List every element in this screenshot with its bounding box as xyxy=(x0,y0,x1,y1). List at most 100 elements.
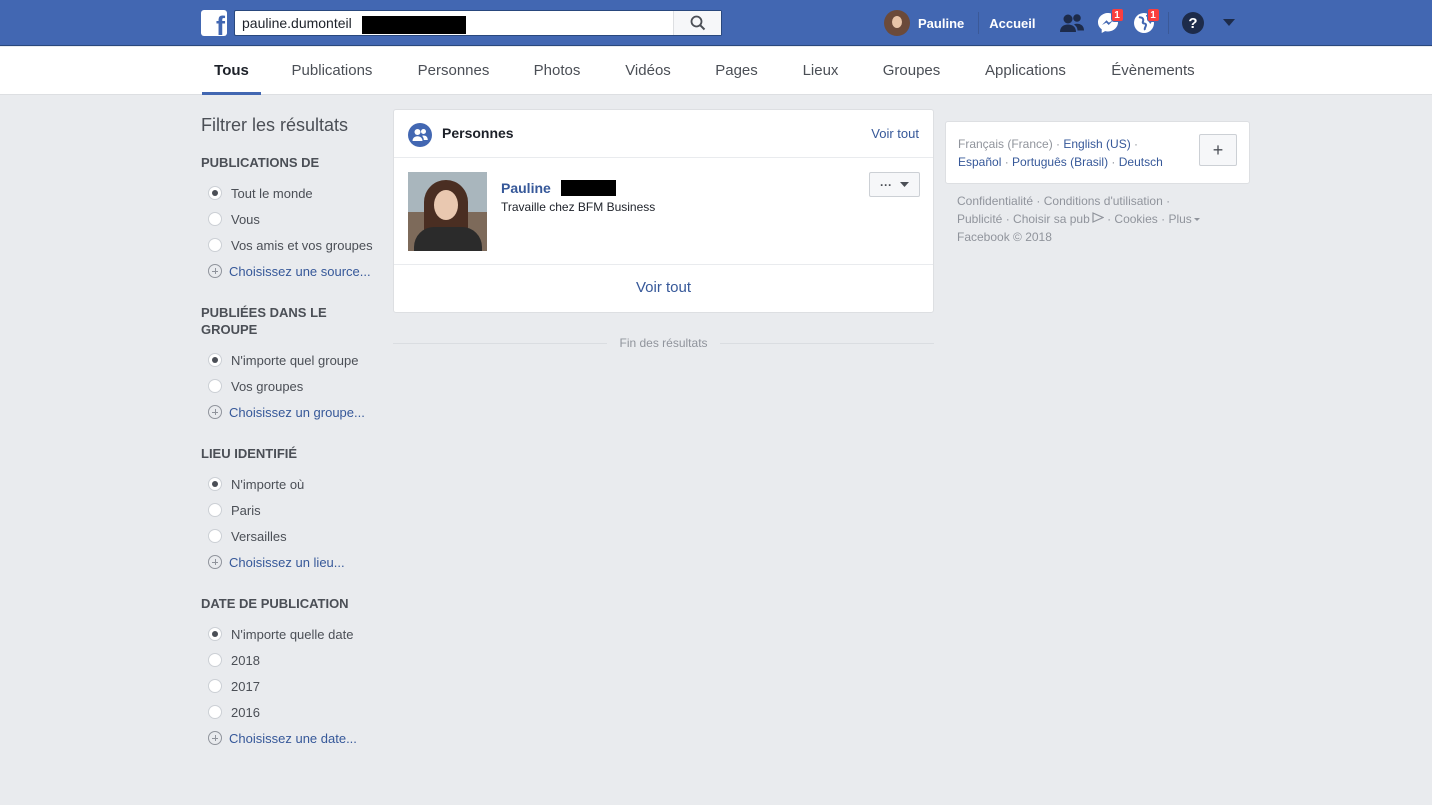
radio[interactable] xyxy=(208,503,222,517)
filter-option[interactable]: 2018 xyxy=(201,647,381,673)
tab-applications[interactable]: Applications xyxy=(977,47,1074,95)
filter-option[interactable]: Tout le monde xyxy=(201,180,381,206)
people-icon xyxy=(408,123,432,147)
footer-link-terms[interactable]: Conditions d'utilisation xyxy=(1044,194,1163,208)
account-menu-button[interactable] xyxy=(1211,0,1247,46)
help-icon: ? xyxy=(1181,12,1204,34)
filter-option[interactable]: N'importe quel groupe xyxy=(201,347,381,373)
copyright: Facebook © 2018 xyxy=(957,230,1052,244)
messages-button[interactable]: 1 xyxy=(1090,0,1126,46)
filter-option[interactable]: N'importe où xyxy=(201,471,381,497)
filter-option[interactable]: Versailles xyxy=(201,523,381,549)
add-language-button[interactable]: + xyxy=(1199,134,1237,166)
divider xyxy=(719,342,935,344)
profile-link[interactable]: Pauline xyxy=(884,10,980,36)
person-workplace: Travaille chez BFM Business xyxy=(501,200,656,214)
top-right-nav: Pauline Accueil 1 1 ? xyxy=(884,0,1247,46)
avatar xyxy=(884,10,910,36)
end-of-results: Fin des résultats xyxy=(393,334,935,352)
tab-evenements[interactable]: Évènements xyxy=(1103,47,1203,95)
tab-groupes[interactable]: Groupes xyxy=(875,47,948,95)
plus-circle-icon xyxy=(208,731,222,745)
person-name-link[interactable]: Pauline xyxy=(501,180,551,196)
friend-requests-button[interactable] xyxy=(1054,0,1090,46)
redaction-bar xyxy=(362,16,466,34)
filter-option-label: Tout le monde xyxy=(231,185,313,201)
filter-option[interactable]: Vous xyxy=(201,206,381,232)
filter-section-lieu: LIEU IDENTIFIÉ N'importe où Paris Versai… xyxy=(201,445,381,575)
tab-personnes[interactable]: Personnes xyxy=(409,47,498,95)
tab-publications[interactable]: Publications xyxy=(283,47,381,95)
choose-place-link[interactable]: Choisissez un lieu... xyxy=(201,549,381,575)
filter-option[interactable]: Vos groupes xyxy=(201,373,381,399)
choose-date-link[interactable]: Choisissez une date... xyxy=(201,725,381,751)
footer-link-cookies[interactable]: Cookies xyxy=(1114,212,1157,226)
person-result: Pauline Travaille chez BFM Business ··· xyxy=(394,158,933,265)
plus-circle-icon xyxy=(208,405,222,419)
tab-videos[interactable]: Vidéos xyxy=(616,47,680,95)
see-all-link-bottom[interactable]: Voir tout xyxy=(394,265,933,311)
radio-selected[interactable] xyxy=(208,627,222,641)
radio[interactable] xyxy=(208,529,222,543)
filter-option-label: 2018 xyxy=(231,652,260,668)
tab-tous[interactable]: Tous xyxy=(202,47,261,95)
see-all-link-top[interactable]: Voir tout xyxy=(871,126,919,141)
footer-link-ads[interactable]: Publicité xyxy=(957,212,1002,226)
filter-section-groupe: PUBLIÉES DANS LE GROUPE N'importe quel g… xyxy=(201,304,381,425)
filters-title: Filtrer les résultats xyxy=(201,115,349,135)
help-button[interactable]: ? xyxy=(1175,0,1211,46)
caret-down-icon xyxy=(1193,217,1200,221)
footer-link-privacy[interactable]: Confidentialité xyxy=(957,194,1033,208)
radio-selected[interactable] xyxy=(208,186,222,200)
choose-link-label: Choisissez une date... xyxy=(229,730,357,746)
search-button[interactable] xyxy=(673,11,721,35)
tab-pages[interactable]: Pages xyxy=(708,47,765,95)
filter-option-label: Vos groupes xyxy=(231,378,304,394)
footer-link-adchoices[interactable]: Choisir sa pub xyxy=(1013,212,1090,226)
choose-source-link[interactable]: Choisissez une source... xyxy=(201,258,381,284)
language-link-deutsch[interactable]: Deutsch xyxy=(1119,155,1163,169)
radio-selected[interactable] xyxy=(208,477,222,491)
radio[interactable] xyxy=(208,679,222,693)
filter-option-label: 2017 xyxy=(231,678,260,694)
radio[interactable] xyxy=(208,379,222,393)
filter-option-label: Vos amis et vos groupes xyxy=(231,237,373,253)
footer-link-more[interactable]: Plus xyxy=(1168,212,1191,226)
filter-option[interactable]: N'importe quelle date xyxy=(201,621,381,647)
search-box xyxy=(234,10,722,36)
friends-icon xyxy=(1059,14,1084,32)
top-navigation-bar: f Pauline Accueil 1 1 ? xyxy=(0,0,1432,46)
card-header: Personnes Voir tout xyxy=(394,110,933,158)
card-title: Personnes xyxy=(442,125,514,141)
language-link-portugues[interactable]: Português (Brasil) xyxy=(1012,155,1108,169)
radio[interactable] xyxy=(208,238,222,252)
filter-option-label: N'importe quelle date xyxy=(231,626,354,642)
choose-group-link[interactable]: Choisissez un groupe... xyxy=(201,399,381,425)
language-link-espanol[interactable]: Español xyxy=(958,155,1001,169)
filter-option[interactable]: Paris xyxy=(201,497,381,523)
radio[interactable] xyxy=(208,653,222,667)
radio[interactable] xyxy=(208,705,222,719)
facebook-logo-icon[interactable]: f xyxy=(201,10,227,36)
redaction-bar xyxy=(561,180,616,196)
filter-section-title: LIEU IDENTIFIÉ xyxy=(201,446,298,461)
person-photo[interactable] xyxy=(408,172,487,251)
home-link[interactable]: Accueil xyxy=(979,16,1053,31)
language-link-english[interactable]: English (US) xyxy=(1063,137,1130,151)
filter-option[interactable]: Vos amis et vos groupes xyxy=(201,232,381,258)
nav-divider xyxy=(1167,12,1169,34)
search-icon xyxy=(690,15,705,31)
more-options-button[interactable]: ··· xyxy=(869,172,920,197)
caret-down-icon xyxy=(900,181,909,187)
radio-selected[interactable] xyxy=(208,353,222,367)
filter-option-label: Vous xyxy=(231,211,260,227)
filter-option[interactable]: 2016 xyxy=(201,699,381,725)
tab-photos[interactable]: Photos xyxy=(526,47,588,95)
notifications-button[interactable]: 1 xyxy=(1126,0,1162,46)
filter-option[interactable]: 2017 xyxy=(201,673,381,699)
adchoices-icon xyxy=(1092,212,1105,223)
filter-option-label: N'importe où xyxy=(231,476,305,492)
radio[interactable] xyxy=(208,212,222,226)
tab-lieux[interactable]: Lieux xyxy=(794,47,847,95)
notifications-badge: 1 xyxy=(1146,8,1160,22)
